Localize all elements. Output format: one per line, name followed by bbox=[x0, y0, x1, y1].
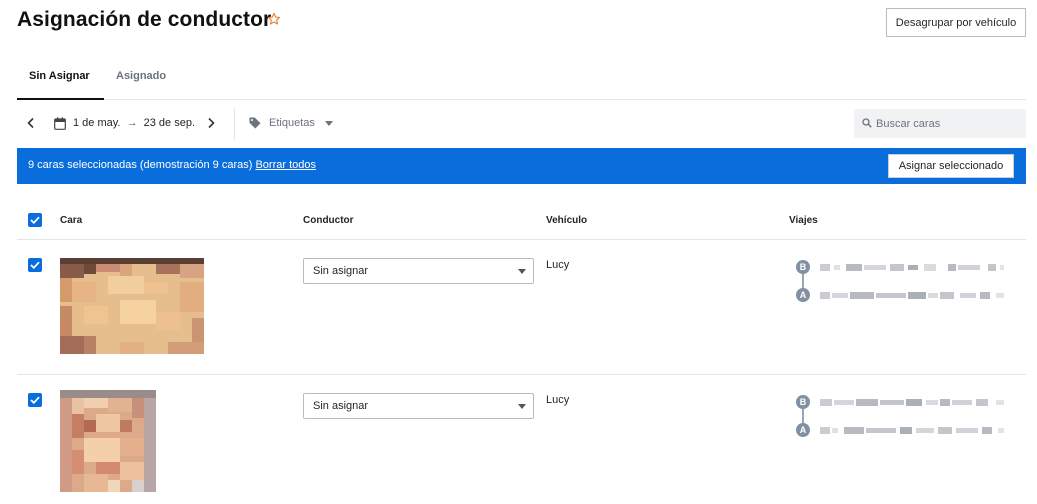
date-arrow: → bbox=[126, 117, 138, 129]
redacted-address-a bbox=[820, 427, 1004, 434]
search-input[interactable] bbox=[876, 109, 1022, 138]
trip-marker-a: A bbox=[796, 423, 810, 437]
table-header: Cara Conductor Vehículo Viajes bbox=[17, 200, 1026, 240]
driver-select[interactable]: Sin asignar bbox=[303, 393, 534, 419]
trip-marker-b: B bbox=[796, 260, 810, 274]
vehicle-name: Lucy bbox=[546, 259, 570, 271]
table-row: Sin asignar Lucy B A bbox=[17, 376, 1026, 504]
driver-select-value: Sin asignar bbox=[313, 400, 369, 412]
search-icon bbox=[862, 118, 872, 128]
assign-selected-button[interactable]: Asignar seleccionado bbox=[888, 154, 1014, 178]
page-title: Asignación de conductor bbox=[17, 8, 272, 31]
column-header-trips: Viajes bbox=[789, 215, 818, 226]
vehicle-name: Lucy bbox=[546, 394, 570, 406]
filter-bar: 1 de may. → 23 de sep. Etiquetas bbox=[17, 106, 1026, 142]
caret-down-icon bbox=[518, 404, 526, 409]
calendar-icon bbox=[54, 117, 66, 130]
driver-select-value: Sin asignar bbox=[313, 265, 369, 277]
selection-banner: 9 caras seleccionadas (demostración 9 ca… bbox=[17, 148, 1026, 184]
column-header-vehicle: Vehículo bbox=[546, 215, 588, 226]
selection-count-text: 9 caras seleccionadas (demostración 9 ca… bbox=[28, 159, 253, 171]
page-header: Asignación de conductor Desagrupar por v… bbox=[17, 8, 1026, 38]
face-thumbnail bbox=[60, 258, 204, 354]
chevron-right-icon[interactable] bbox=[206, 117, 216, 129]
star-icon[interactable] bbox=[267, 12, 281, 26]
chevron-left-icon[interactable] bbox=[26, 117, 36, 129]
trip-route[interactable]: B A bbox=[796, 394, 1006, 438]
tab-assigned[interactable]: Asignado bbox=[116, 60, 166, 100]
caret-down-icon bbox=[518, 269, 526, 274]
date-start: 1 de may. bbox=[73, 117, 121, 129]
table-row: Sin asignar Lucy B A bbox=[17, 241, 1026, 375]
redacted-address-a bbox=[820, 292, 1004, 299]
redacted-address-b bbox=[820, 399, 1004, 406]
redacted-address-b bbox=[820, 264, 1004, 271]
driver-select[interactable]: Sin asignar bbox=[303, 258, 534, 284]
tags-label: Etiquetas bbox=[269, 117, 315, 129]
banner-text-container: 9 caras seleccionadas (demostración 9 ca… bbox=[28, 159, 316, 171]
search-box bbox=[854, 109, 1026, 138]
tab-bar: Sin Asignar Asignado bbox=[17, 60, 1026, 100]
select-all-checkbox[interactable] bbox=[28, 213, 42, 227]
date-end: 23 de sep. bbox=[143, 117, 195, 129]
ungroup-by-vehicle-button[interactable]: Desagrupar por vehículo bbox=[886, 8, 1026, 37]
filter-divider bbox=[234, 108, 235, 140]
face-thumbnail bbox=[60, 390, 156, 492]
tag-icon bbox=[249, 117, 261, 129]
date-range[interactable]: 1 de may. → 23 de sep. bbox=[73, 117, 195, 129]
caret-down-icon bbox=[325, 121, 333, 126]
clear-all-link[interactable]: Borrar todos bbox=[255, 159, 316, 171]
trip-route[interactable]: B A bbox=[796, 259, 1006, 303]
trip-marker-b: B bbox=[796, 395, 810, 409]
tab-unassigned[interactable]: Sin Asignar bbox=[17, 60, 104, 100]
column-header-driver: Conductor bbox=[303, 215, 354, 226]
trip-marker-a: A bbox=[796, 288, 810, 302]
row-checkbox[interactable] bbox=[28, 393, 42, 407]
column-header-face: Cara bbox=[60, 215, 83, 226]
row-checkbox[interactable] bbox=[28, 258, 42, 272]
